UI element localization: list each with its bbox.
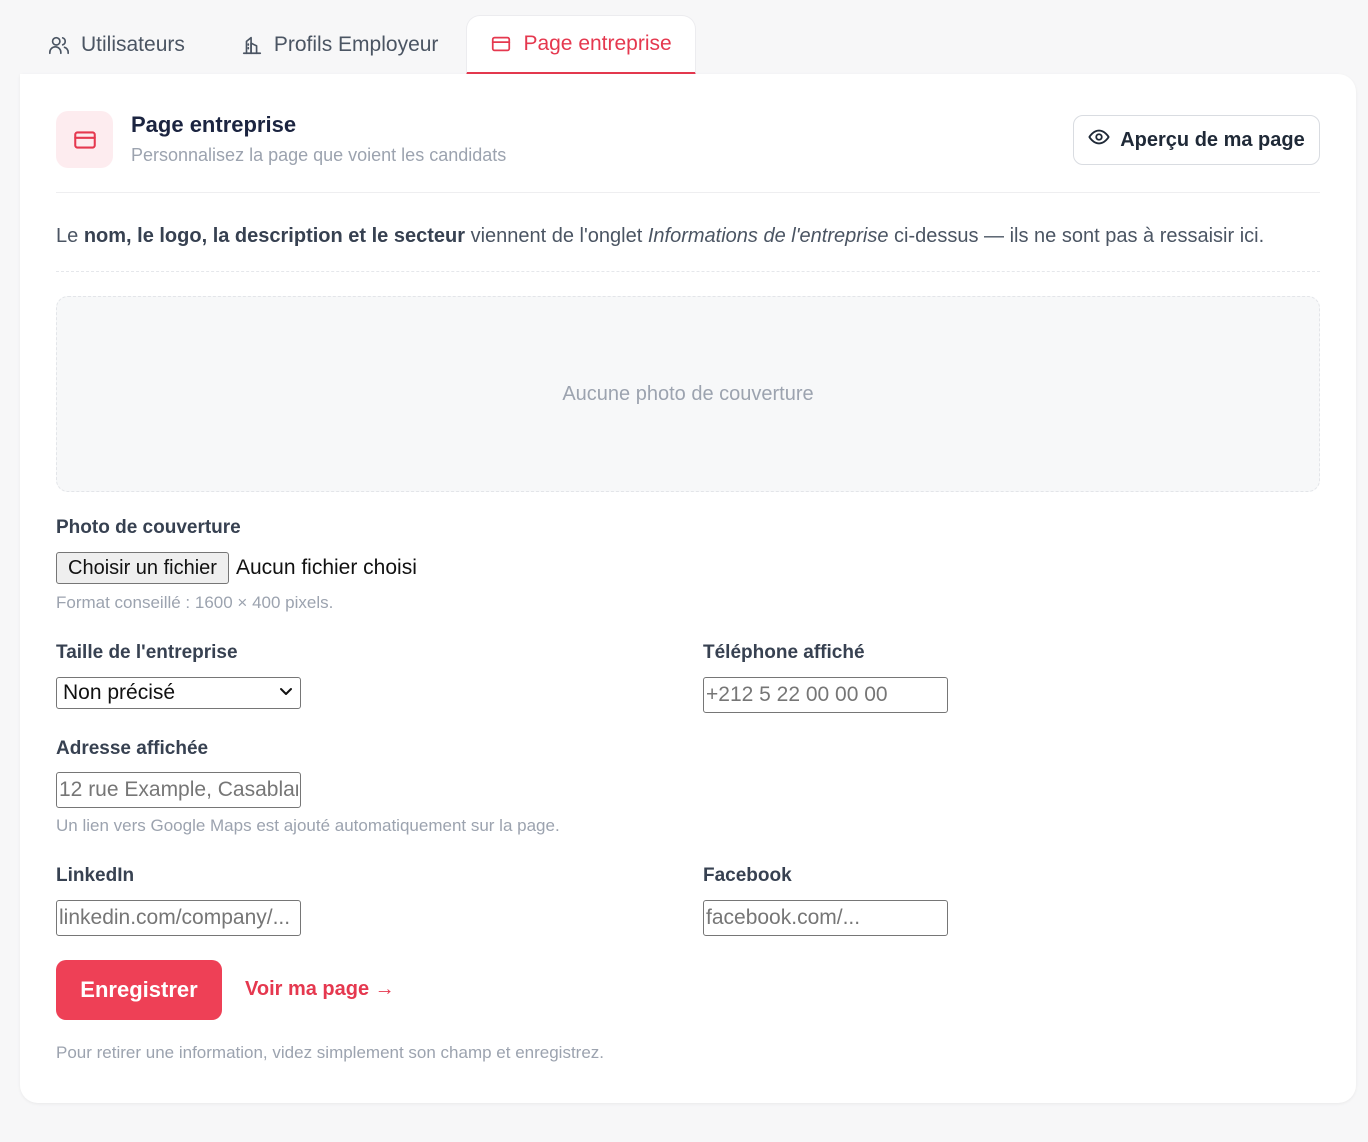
file-status: Aucun fichier choisi [235,556,417,579]
company-size-value: Non précisé [63,681,176,704]
phone-input[interactable] [703,677,948,713]
company-size-label: Taille de l'entreprise [56,642,238,663]
cover-file-input[interactable]: Choisir un fichier Aucun fichier choisi [56,552,417,584]
divider [56,271,1320,272]
linkedin-input[interactable] [56,900,301,936]
cover-photo-preview: Aucune photo de couverture [56,296,1320,492]
cover-photo-label: Photo de couverture [56,517,241,538]
tab-profils-employeur[interactable]: Profils Employeur [213,15,467,75]
company-size-select[interactable]: Non précisé [56,677,301,709]
eye-icon [1088,126,1110,154]
phone-label: Téléphone affiché [703,642,865,663]
preview-page-button[interactable]: Aperçu de ma page [1073,115,1320,165]
divider [56,192,1320,193]
tab-bar: Utilisateurs Profils Employeur Page entr… [20,15,696,75]
page-subtitle: Personnalisez la page que voient les can… [131,145,507,165]
footer-hint: Pour retirer une information, videz simp… [56,1043,605,1062]
page-entreprise-card: Page entreprise Personnalisez la page qu… [20,74,1356,1103]
address-label: Adresse affichée [56,738,209,759]
facebook-label: Facebook [703,865,792,886]
info-text: Le nom, le logo, la description et le se… [56,225,1265,247]
tab-label: Profils Employeur [273,33,439,56]
cover-placeholder-text: Aucune photo de couverture [562,382,814,405]
tab-page-entreprise[interactable]: Page entreprise [466,15,696,75]
tab-label: Page entreprise [523,32,672,55]
cover-format-hint: Format conseillé : 1600 × 400 pixels. [56,593,334,612]
save-button[interactable]: Enregistrer [56,960,222,1020]
building-icon [241,34,263,56]
browser-card-icon [56,111,113,168]
browser-card-icon [490,33,512,55]
address-hint: Un lien vers Google Maps est ajouté auto… [56,816,560,835]
facebook-input[interactable] [703,900,948,936]
chevron-down-icon [278,681,294,705]
tab-utilisateurs[interactable]: Utilisateurs [20,15,213,75]
tab-label: Utilisateurs [81,33,185,56]
choose-file-button[interactable]: Choisir un fichier [56,552,229,584]
users-icon [48,34,70,56]
address-input[interactable] [56,772,301,808]
preview-button-label: Aperçu de ma page [1120,128,1305,151]
view-page-link[interactable]: Voir ma page → [245,978,395,1001]
page-title: Page entreprise [131,112,297,137]
linkedin-label: LinkedIn [56,865,135,886]
